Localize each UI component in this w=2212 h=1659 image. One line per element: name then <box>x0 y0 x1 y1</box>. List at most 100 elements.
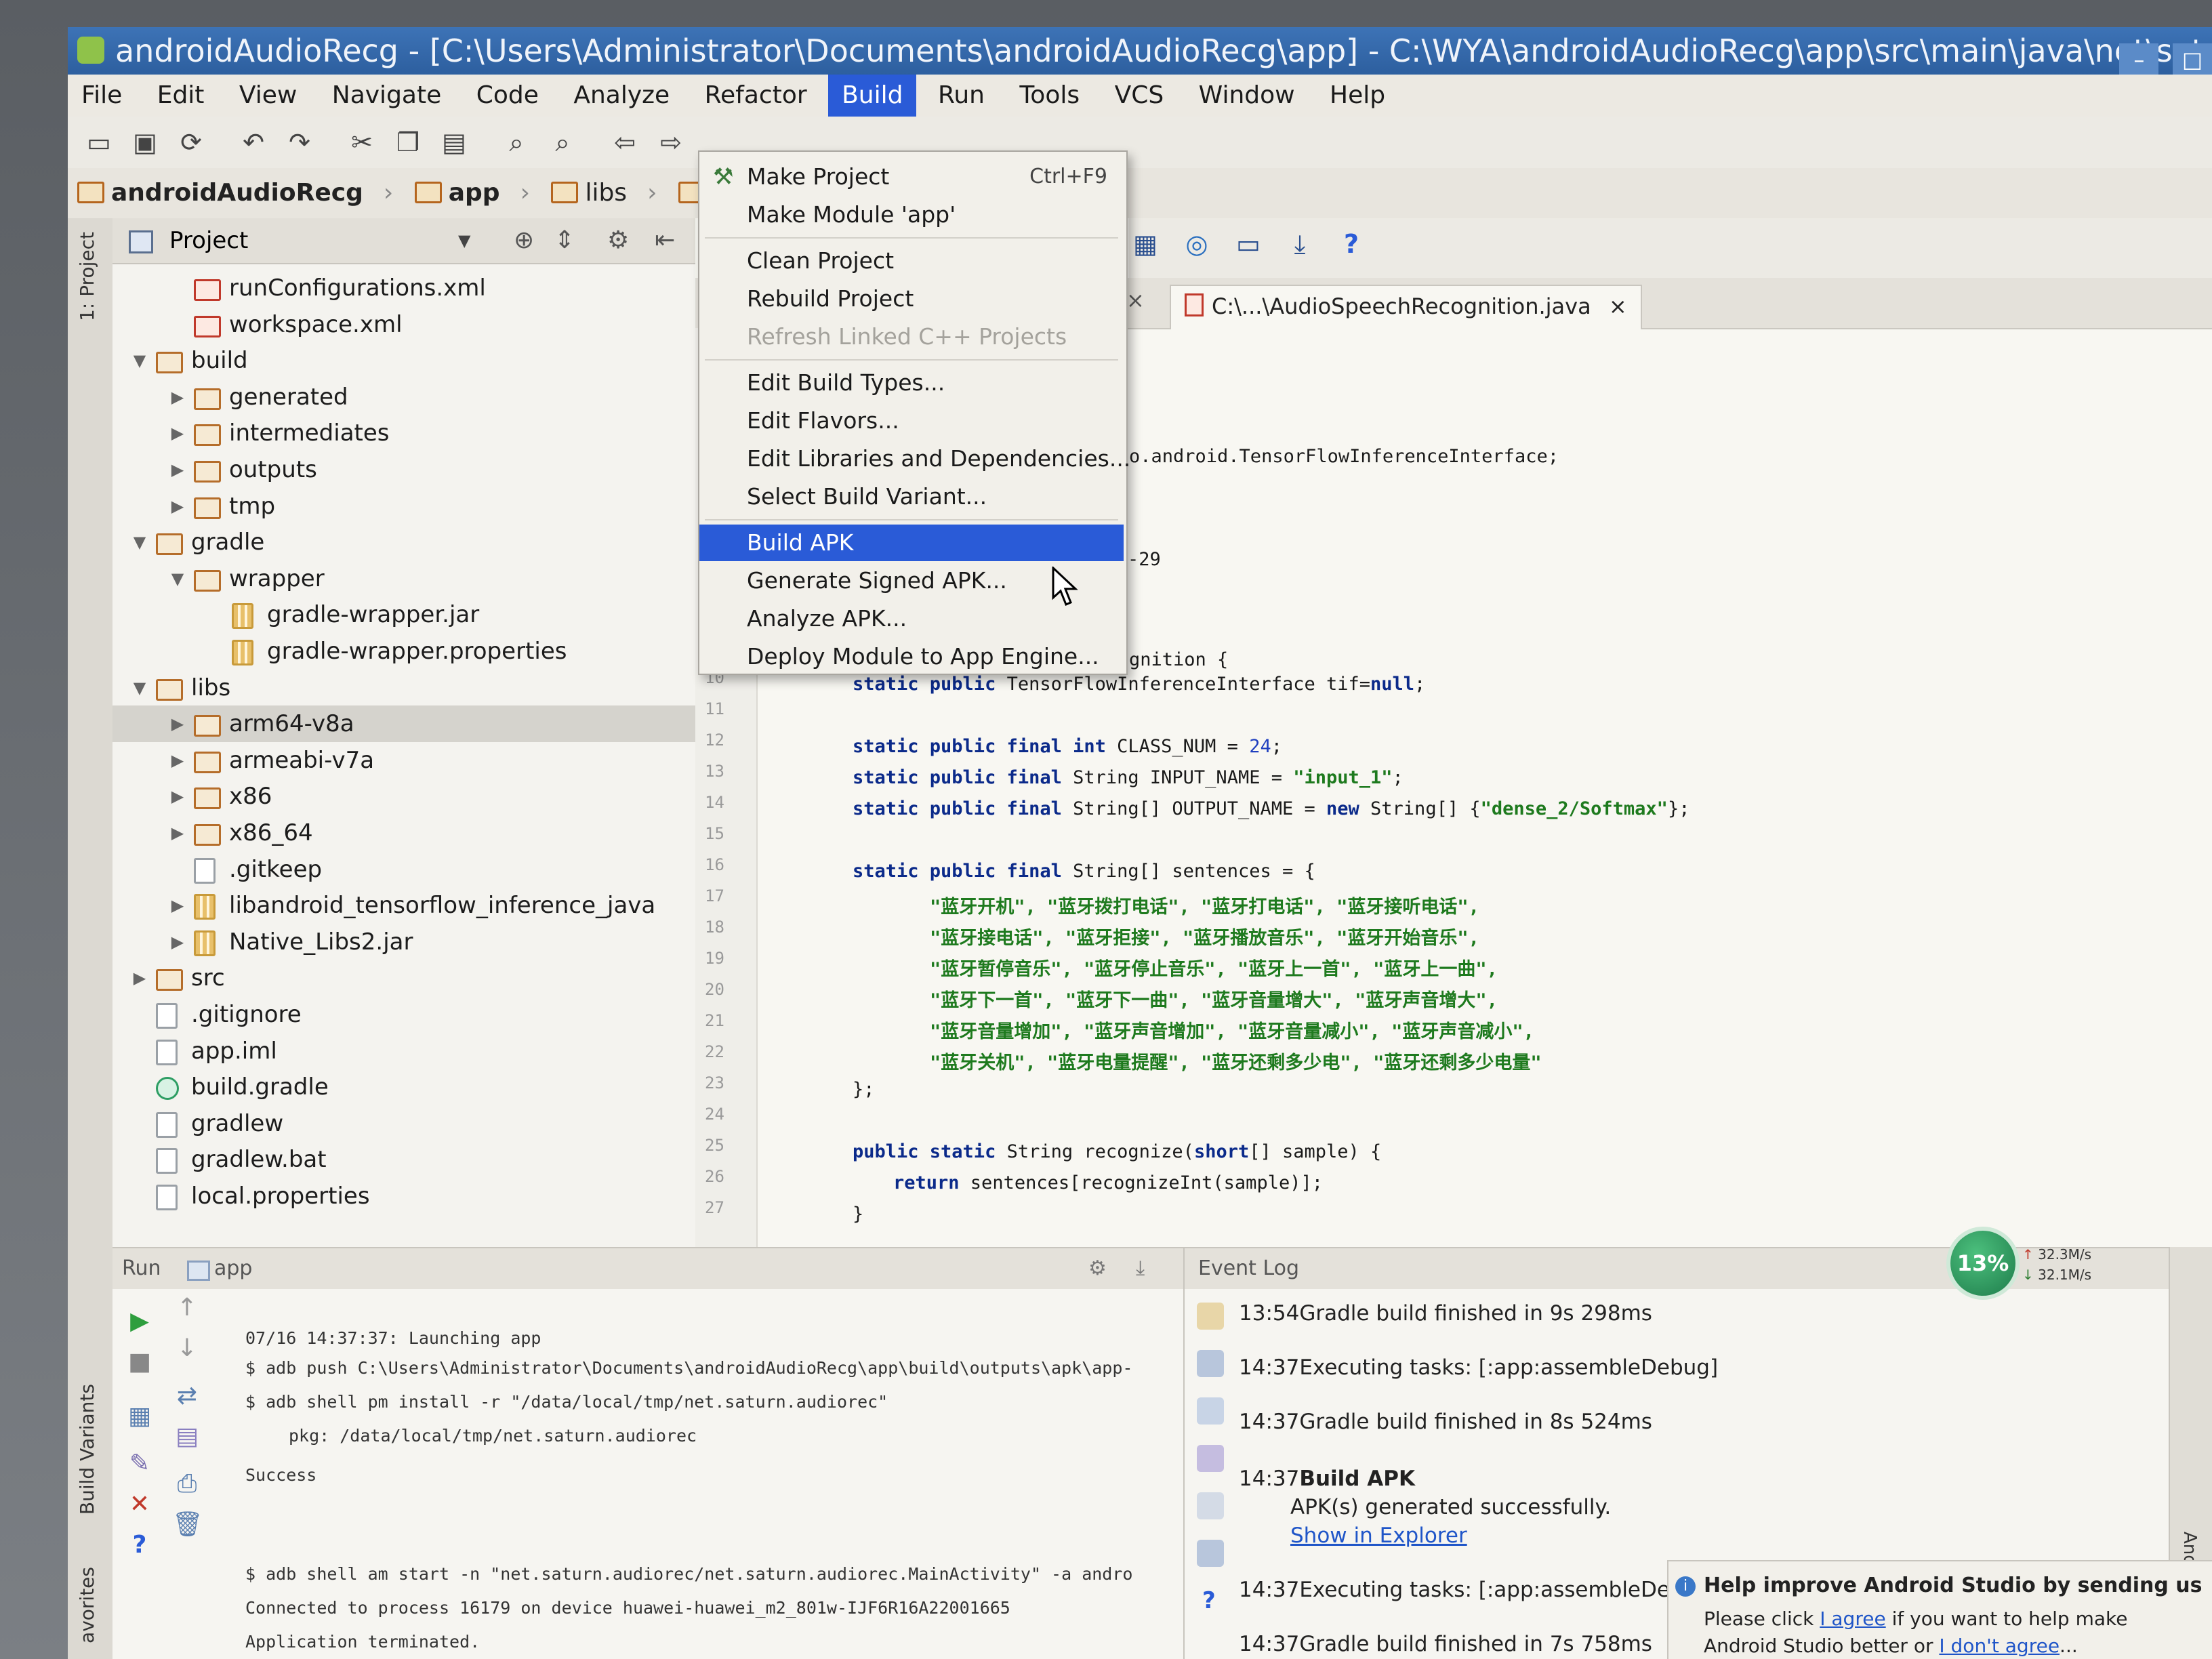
help-icon[interactable]: ? <box>1202 1587 1216 1614</box>
collapse-arrow-icon[interactable]: ▶ <box>169 415 186 451</box>
menu-navigate[interactable]: Navigate <box>319 75 455 117</box>
menu-build[interactable]: Build <box>828 75 917 117</box>
tree-item[interactable]: ▶ arm64-v8a <box>112 705 695 743</box>
collapse-arrow-icon[interactable]: ▶ <box>169 887 186 924</box>
tree-item[interactable]: build.gradle <box>112 1069 695 1105</box>
stop-icon[interactable]: ■ <box>125 1347 155 1377</box>
tree-item[interactable]: ▶ tmp <box>112 488 695 525</box>
print-icon[interactable]: ⎙ <box>172 1469 202 1499</box>
help-icon[interactable]: ? <box>1335 228 1368 260</box>
collapse-arrow-icon[interactable]: ▶ <box>169 379 186 415</box>
minimize-button[interactable]: – <box>2119 43 2159 75</box>
menu-file[interactable]: File <box>68 75 136 117</box>
menu-item-deploy-app-engine[interactable]: Deploy Module to App Engine... <box>699 638 1124 675</box>
breadcrumb-project[interactable]: androidAudioRecg <box>68 168 380 218</box>
tab-audio-speech-recognition[interactable]: C:\...\AudioSpeechRecognition.java × <box>1170 285 1642 329</box>
tree-item[interactable]: ▼ build <box>112 342 695 379</box>
collapse-arrow-icon[interactable]: ▶ <box>169 924 186 960</box>
tree-item[interactable]: ▼ wrapper <box>112 560 695 597</box>
undo-icon[interactable]: ↶ <box>237 126 270 159</box>
close-icon[interactable]: × <box>1126 287 1145 313</box>
collapse-arrow-icon[interactable]: ▶ <box>169 742 186 779</box>
menu-run[interactable]: Run <box>924 75 998 117</box>
mark-read-icon[interactable] <box>1197 1492 1224 1519</box>
layout-icon[interactable]: ▦ <box>125 1401 155 1431</box>
download-icon[interactable]: ⤓ <box>1284 228 1316 260</box>
disagree-link[interactable]: I don't agree <box>1939 1635 2060 1657</box>
scroll-end-icon[interactable] <box>1197 1445 1224 1472</box>
gear-icon[interactable]: ⚙ <box>607 218 629 263</box>
menu-item-clean-project[interactable]: Clean Project <box>699 243 1124 279</box>
gear-icon[interactable]: ⚙ <box>1088 1248 1107 1289</box>
tree-item[interactable]: ▼ libs <box>112 670 695 706</box>
tree-item[interactable]: ▶ intermediates <box>112 415 695 451</box>
paste-icon[interactable]: ▤ <box>438 126 470 159</box>
menu-item-edit-libraries[interactable]: Edit Libraries and Dependencies... <box>699 441 1130 477</box>
tree-item[interactable]: ▶ x86_64 <box>112 815 695 851</box>
run-config-label[interactable]: app <box>214 1248 252 1289</box>
tree-item[interactable]: gradlew <box>112 1105 695 1142</box>
tab-build-variants[interactable]: Build Variants <box>76 1384 98 1515</box>
chevron-down-icon[interactable]: ▼ <box>458 218 470 263</box>
show-in-explorer-link[interactable]: Show in Explorer <box>1290 1523 1467 1548</box>
menu-window[interactable]: Window <box>1185 75 1309 117</box>
replace-icon[interactable]: ⌕ <box>546 126 579 159</box>
menu-item-build-apk[interactable]: Build APK <box>699 525 1124 561</box>
breadcrumb-libs[interactable]: libs <box>541 168 643 218</box>
tree-item[interactable]: ▼ gradle <box>112 524 695 560</box>
menu-item-edit-build-types[interactable]: Edit Build Types... <box>699 365 1124 401</box>
trash-icon[interactable] <box>1197 1540 1224 1567</box>
wrench-icon[interactable] <box>1197 1303 1224 1330</box>
expand-arrow-icon[interactable]: ▼ <box>131 524 148 560</box>
menu-item-select-build-variant[interactable]: Select Build Variant... <box>699 478 1124 515</box>
device-monitor-icon[interactable]: ▭ <box>1232 228 1265 260</box>
expand-arrow-icon[interactable]: ▼ <box>131 342 148 379</box>
trash-icon[interactable]: 🗑 <box>172 1510 203 1540</box>
forward-icon[interactable]: ⇨ <box>655 126 687 159</box>
tree-item[interactable]: app.iml <box>112 1033 695 1069</box>
pin-icon[interactable]: ✎ <box>125 1449 155 1479</box>
menu-item-make-module[interactable]: Make Module 'app' <box>699 197 1124 233</box>
tree-item[interactable]: gradle-wrapper.properties <box>112 633 695 670</box>
close-icon[interactable]: ✕ <box>125 1490 155 1519</box>
menu-refactor[interactable]: Refactor <box>691 75 821 117</box>
menu-view[interactable]: View <box>226 75 310 117</box>
menu-vcs[interactable]: VCS <box>1101 75 1178 117</box>
soft-wrap-icon[interactable] <box>1197 1397 1224 1425</box>
save-icon[interactable]: ▣ <box>129 126 161 159</box>
sdk-manager-icon[interactable]: ▦ <box>1129 228 1162 260</box>
tree-item[interactable]: gradle-wrapper.jar <box>112 596 695 633</box>
tree-item[interactable]: ▶ outputs <box>112 451 695 488</box>
locate-icon[interactable]: ⊕ <box>514 218 534 263</box>
expand-arrow-icon[interactable]: ▼ <box>169 560 186 597</box>
menu-help[interactable]: Help <box>1316 75 1399 117</box>
collapse-all-icon[interactable]: ⇕ <box>554 218 575 263</box>
tree-item[interactable]: gradlew.bat <box>112 1141 695 1178</box>
collapse-arrow-icon[interactable]: ▶ <box>169 778 186 815</box>
tree-item[interactable]: ▶ x86 <box>112 778 695 815</box>
collapse-arrow-icon[interactable]: ▶ <box>131 960 148 996</box>
maximize-button[interactable]: □ <box>2173 43 2212 75</box>
tree-item[interactable]: ▶ src <box>112 960 695 996</box>
collapse-arrow-icon[interactable]: ▶ <box>169 705 186 742</box>
help-icon[interactable]: ? <box>125 1530 155 1560</box>
menu-analyze[interactable]: Analyze <box>560 75 683 117</box>
scroll-down-icon[interactable]: ↓ <box>172 1334 202 1364</box>
tree-item[interactable]: workspace.xml <box>112 306 695 343</box>
menu-tools[interactable]: Tools <box>1006 75 1093 117</box>
project-view-select[interactable]: Project <box>169 218 248 263</box>
tree-item[interactable]: ▶ libandroid_tensorflow_inference_java <box>112 887 695 924</box>
cpu-usage-badge[interactable]: 13% <box>1950 1231 2015 1296</box>
tree-item[interactable]: .gitignore <box>112 996 695 1033</box>
close-icon[interactable]: × <box>1609 293 1627 319</box>
hide-panel-icon[interactable]: ⤓ <box>1136 1248 1145 1289</box>
tree-item[interactable]: local.properties <box>112 1178 695 1214</box>
menu-item-edit-flavors[interactable]: Edit Flavors... <box>699 403 1124 439</box>
expand-arrow-icon[interactable]: ▼ <box>131 670 148 706</box>
scroll-end-icon[interactable]: ▤ <box>172 1422 202 1452</box>
copy-icon[interactable]: ❐ <box>392 126 424 159</box>
menu-edit[interactable]: Edit <box>144 75 218 117</box>
soft-wrap-icon[interactable]: ⇄ <box>172 1381 202 1411</box>
tree-item[interactable]: runConfigurations.xml <box>112 270 695 306</box>
menu-item-rebuild-project[interactable]: Rebuild Project <box>699 281 1124 317</box>
